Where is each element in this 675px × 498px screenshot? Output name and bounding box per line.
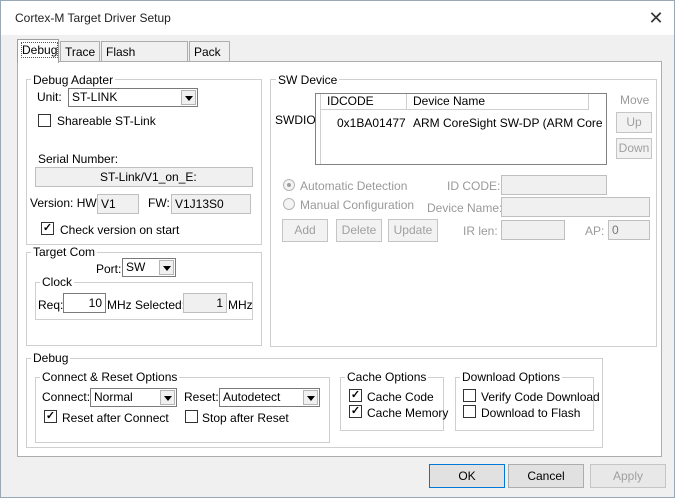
- verify-code-download-checkbox[interactable]: [463, 389, 476, 402]
- ap-field: 0: [608, 220, 650, 240]
- cache-options-label: Cache Options: [345, 370, 429, 384]
- tab-pack[interactable]: Pack: [189, 41, 230, 62]
- device-name-field: [501, 197, 650, 217]
- selected-unit: MHz: [228, 298, 253, 312]
- verify-code-download-label: Verify Code Download: [481, 390, 600, 404]
- download-options-group: [455, 377, 594, 431]
- tab-flash-download[interactable]: Flash Download: [101, 41, 188, 73]
- cancel-button[interactable]: Cancel: [508, 464, 584, 488]
- selected-label: Selected:: [135, 298, 186, 312]
- fw-version-field: V1J13S0: [171, 194, 251, 214]
- download-to-flash-checkbox[interactable]: [463, 405, 476, 418]
- chevron-down-icon: [181, 90, 196, 105]
- id-code-label: ID CODE:: [447, 179, 501, 193]
- id-code-field: [501, 175, 607, 195]
- unit-label: Unit:: [37, 90, 62, 104]
- shareable-label: Shareable ST-Link: [57, 114, 156, 128]
- port-label: Port:: [96, 262, 122, 276]
- check-version-label: Check version on start: [60, 223, 180, 237]
- cache-code-checkbox[interactable]: ✓: [349, 389, 362, 402]
- cache-memory-checkbox[interactable]: ✓: [349, 405, 362, 418]
- selected-field: 1: [183, 293, 227, 313]
- connect-value: Normal: [94, 390, 133, 404]
- req-unit: MHz: [107, 298, 132, 312]
- chevron-down-icon: [159, 260, 174, 275]
- serial-number-field: ST-Link/V1_on_E:: [35, 167, 253, 187]
- ap-label: AP:: [585, 224, 605, 238]
- tab-debug-label: Debug: [20, 42, 59, 58]
- reset-value: Autodetect: [223, 390, 281, 404]
- reset-after-connect-label: Reset after Connect: [62, 411, 169, 425]
- debug-tab-panel: Debug Adapter Unit: ST-LINK Shareable ST…: [17, 61, 662, 457]
- serial-number-label: Serial Number:: [38, 152, 119, 166]
- stop-after-reset-label: Stop after Reset: [202, 411, 289, 425]
- ir-len-label: IR len:: [463, 224, 498, 238]
- check-version-checkbox[interactable]: ✓: [41, 222, 54, 235]
- connect-reset-label: Connect & Reset Options: [40, 370, 180, 384]
- cache-options-group: [340, 377, 444, 431]
- move-down-button[interactable]: Down: [616, 138, 652, 159]
- device-name-label: Device Name:: [427, 201, 503, 215]
- hw-version-field: V1: [97, 194, 139, 214]
- connect-reset-group: [35, 377, 330, 443]
- manual-configuration-radio[interactable]: [283, 198, 295, 210]
- port-select[interactable]: SW: [122, 258, 176, 277]
- automatic-detection-radio[interactable]: [283, 179, 295, 191]
- ok-button[interactable]: OK: [429, 464, 505, 488]
- swdio-label: SWDIO: [275, 113, 316, 127]
- apply-button[interactable]: Apply: [590, 464, 666, 488]
- req-label: Req:: [38, 298, 64, 312]
- shareable-checkbox[interactable]: [38, 114, 51, 127]
- download-to-flash-label: Download to Flash: [481, 406, 581, 420]
- download-options-label: Download Options: [460, 370, 563, 384]
- version-hw-label: Version: HW:: [30, 196, 100, 210]
- tab-debug[interactable]: Debug: [17, 39, 59, 63]
- sw-device-label: SW Device: [276, 73, 340, 87]
- port-value: SW: [126, 260, 146, 274]
- cache-code-label: Cache Code: [367, 390, 434, 404]
- connect-label: Connect:: [42, 390, 91, 404]
- reset-select[interactable]: Autodetect: [219, 388, 320, 407]
- debug-options-label: Debug: [31, 351, 71, 365]
- stop-after-reset-checkbox[interactable]: [185, 410, 198, 423]
- column-header-device-name[interactable]: Device Name: [407, 94, 589, 110]
- row-device-name[interactable]: ARM CoreSight SW-DP (ARM Core: [413, 116, 603, 130]
- title-bar: Cortex-M Target Driver Setup ✕: [1, 1, 674, 35]
- sw-device-list[interactable]: IDCODE Device Name 0x1BA01477 ARM CoreSi…: [315, 93, 607, 165]
- fw-label: FW:: [148, 196, 170, 210]
- unit-select[interactable]: ST-LINK: [68, 88, 198, 107]
- delete-button[interactable]: Delete: [336, 219, 382, 242]
- ir-len-field: [501, 220, 565, 240]
- column-header-idcode[interactable]: IDCODE: [321, 94, 407, 110]
- update-button[interactable]: Update: [388, 219, 438, 242]
- dialog-window: Cortex-M Target Driver Setup ✕ Debug Tra…: [0, 0, 675, 498]
- cache-memory-label: Cache Memory: [367, 406, 449, 420]
- move-up-button[interactable]: Up: [616, 112, 652, 133]
- tab-trace[interactable]: Trace: [60, 41, 100, 62]
- reset-after-connect-checkbox[interactable]: ✓: [44, 410, 57, 423]
- connect-select[interactable]: Normal: [90, 388, 177, 407]
- move-label: Move: [620, 93, 650, 107]
- manual-configuration-label: Manual Configuration: [300, 198, 415, 212]
- automatic-detection-label: Automatic Detection: [300, 179, 408, 193]
- unit-value: ST-LINK: [72, 90, 118, 104]
- clock-label: Clock: [40, 275, 75, 289]
- chevron-down-icon: [303, 390, 318, 405]
- window-title: Cortex-M Target Driver Setup: [15, 11, 171, 25]
- close-icon[interactable]: ✕: [641, 5, 671, 31]
- target-com-label: Target Com: [31, 245, 98, 259]
- add-button[interactable]: Add: [282, 219, 328, 242]
- chevron-down-icon: [160, 390, 175, 405]
- debug-adapter-label: Debug Adapter: [31, 73, 116, 87]
- reset-label: Reset:: [184, 390, 219, 404]
- row-idcode[interactable]: 0x1BA01477: [337, 116, 406, 130]
- req-field[interactable]: 10: [63, 293, 106, 313]
